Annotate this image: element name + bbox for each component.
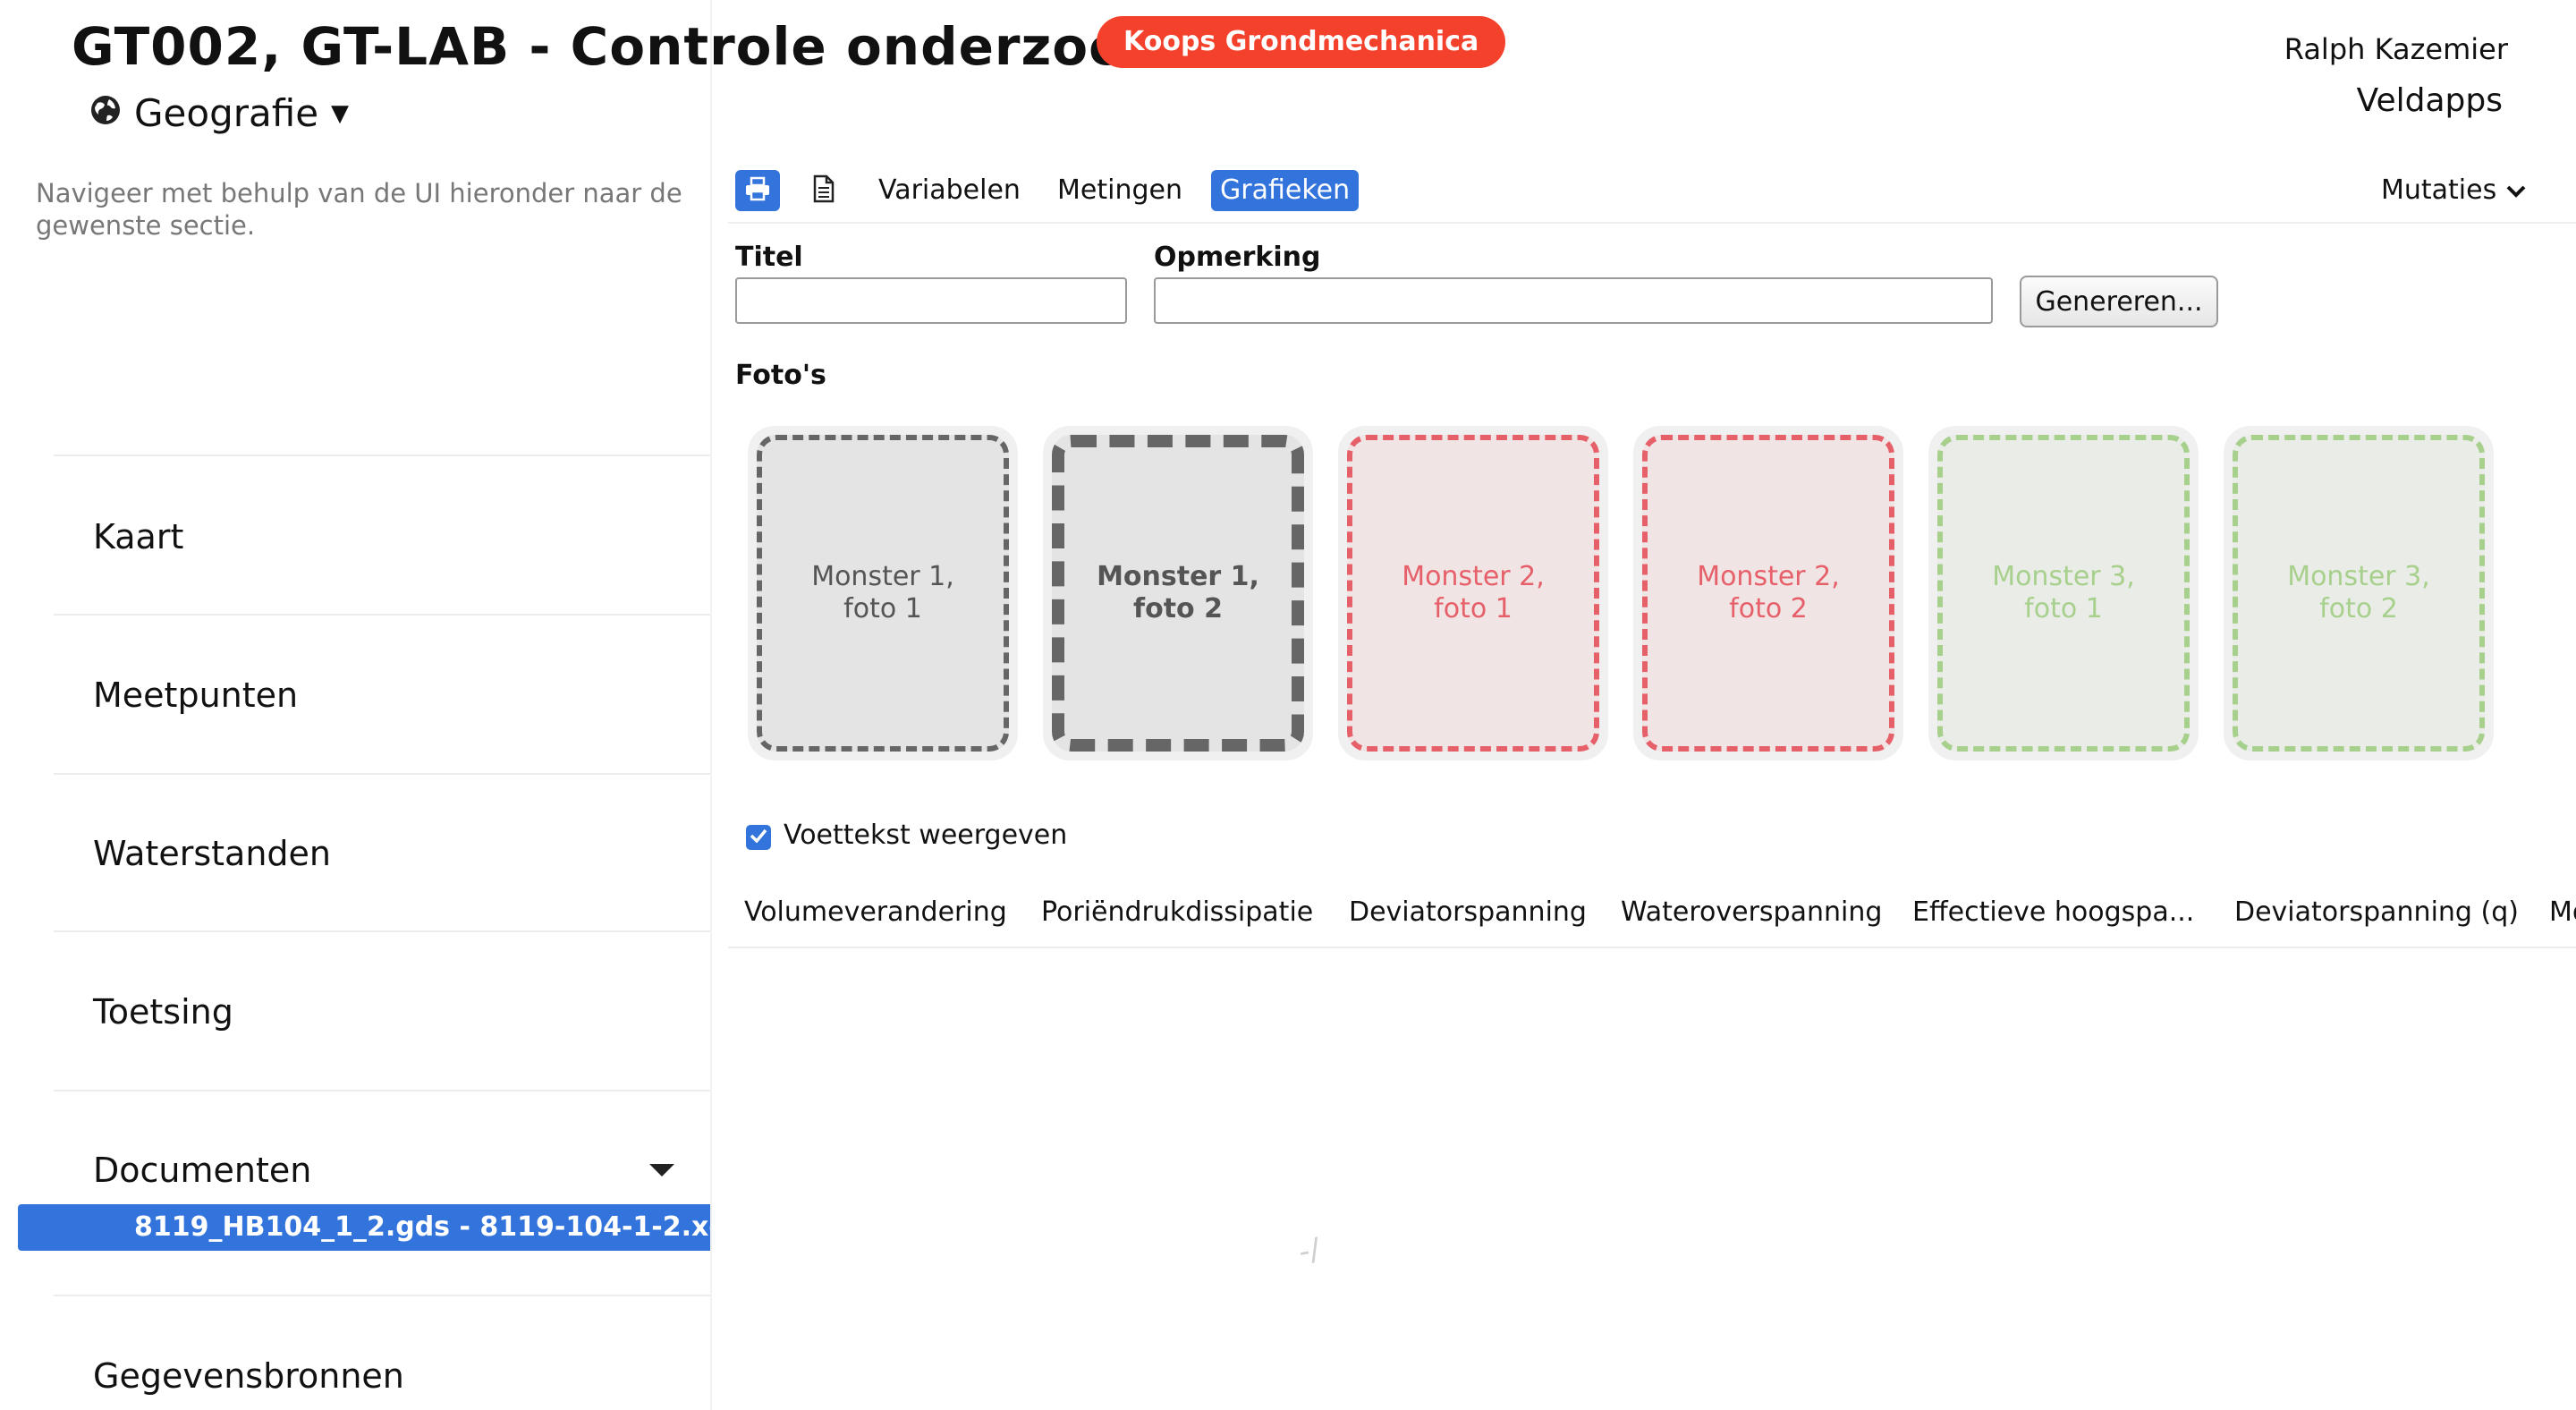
sidebar-border [710,0,712,1410]
mutaties-label: Mutaties [2381,174,2497,206]
photo-caption: Monster 2, [1402,561,1545,592]
sidebar-item-gegevensbronnen[interactable]: Gegevensbronnen [93,1356,404,1396]
geografie-dropdown[interactable]: Geografie ▼ [89,91,349,135]
generate-button[interactable]: Genereren... [2020,276,2218,327]
tab-grafieken[interactable]: Grafieken [1211,170,1360,211]
photo-slot[interactable]: Monster 1, foto 2 [1043,426,1313,760]
photo-slot[interactable]: Monster 3, foto 1 [1928,426,2199,760]
print-button[interactable] [735,170,780,211]
page-title: GT002, GT-LAB - Controle onderzoek [72,16,1161,77]
photo-placeholder: Monster 1, foto 1 [757,435,1009,752]
geografie-label: Geografie [134,91,319,135]
footer-checkbox-label[interactable]: Voettekst weergeven [784,820,1067,851]
caret-down-icon: ▼ [331,99,350,127]
document-file-item[interactable]: 8119_HB104_1_2.gds - 8119-104-1-2.xdt [18,1204,710,1251]
nav-divider [54,454,710,456]
photo-caption: foto 2 [2319,593,2398,624]
chart-tab-more[interactable]: Mo [2549,896,2576,928]
footer-checkbox[interactable] [746,825,771,850]
photo-slot[interactable]: Monster 1, foto 1 [748,426,1018,760]
sidebar-item-toetsing[interactable]: Toetsing [93,992,233,1032]
photo-caption: Monster 3, [1992,561,2135,592]
opmerking-input[interactable] [1154,277,1993,324]
document-icon [812,174,835,207]
tab-metingen[interactable]: Metingen [1048,170,1191,211]
sidebar-item-meetpunten[interactable]: Meetpunten [93,675,298,715]
photo-placeholder: Monster 2, foto 1 [1347,435,1599,752]
caret-down-icon[interactable] [649,1164,674,1176]
photo-placeholder: Monster 2, foto 2 [1642,435,1894,752]
nav-divider [54,930,710,932]
photo-caption: foto 2 [1133,593,1223,624]
globe-icon [89,91,122,135]
checkmark-icon [750,828,767,846]
photo-slot[interactable]: Monster 2, foto 1 [1338,426,1608,760]
titel-input[interactable] [735,277,1127,324]
print-icon [744,176,771,205]
sidebar-item-documenten[interactable]: Documenten [93,1151,311,1190]
toolbar-divider [728,222,2576,224]
photo-caption: foto 2 [1729,593,1808,624]
app-name[interactable]: Veldapps [2357,82,2503,119]
document-file-label: 8119_HB104_1_2.gds - 8119-104-1-2.xdt [134,1211,710,1243]
photos-label: Foto's [735,360,826,391]
chart-tab-deviatorspanning[interactable]: Deviatorspanning [1349,896,1587,928]
chart-tab-deviatorspanning-q[interactable]: Deviatorspanning (q) [2234,896,2519,928]
user-name[interactable]: Ralph Kazemier [2284,32,2508,66]
chart-tab-wateroverspanning[interactable]: Wateroverspanning [1621,896,1882,928]
sidebar-item-kaart[interactable]: Kaart [93,517,183,556]
tab-variabelen[interactable]: Variabelen [869,170,1030,211]
photo-placeholder: Monster 3, foto 1 [1937,435,2190,752]
sidebar-hint: Navigeer met behulp van de UI hieronder … [36,178,682,241]
document-button[interactable] [801,170,846,211]
photo-caption: Monster 2, [1697,561,1840,592]
photo-placeholder: Monster 1, foto 2 [1052,435,1304,752]
photo-placeholder: Monster 3, foto 2 [2233,435,2485,752]
mutaties-dropdown[interactable]: Mutaties [2381,170,2527,211]
chart-tabs: Volumeverandering Poriëndrukdissipatie D… [728,886,2576,948]
nav-divider [54,614,710,616]
chart-tab-volumeverandering[interactable]: Volumeverandering [744,896,1007,928]
photo-slot[interactable]: Monster 2, foto 2 [1633,426,1903,760]
chart-tab-effectieve-hoogspanning[interactable]: Effectieve hoogspa... [1912,896,2194,928]
stray-mark: -/ [1295,1231,1324,1270]
titel-label: Titel [735,242,803,273]
nav-divider [54,773,710,775]
photo-caption: foto 1 [1434,593,1513,624]
nav-divider [54,1090,710,1091]
chevron-down-icon [2505,170,2527,211]
photo-caption: Monster 3, [2287,561,2430,592]
photo-caption: foto 1 [843,593,922,624]
chart-tab-poriendrukdissipatie[interactable]: Poriëndrukdissipatie [1041,896,1313,928]
opmerking-label: Opmerking [1154,242,1321,273]
sidebar-item-waterstanden[interactable]: Waterstanden [93,834,331,873]
photo-slot[interactable]: Monster 3, foto 2 [2224,426,2494,760]
photo-caption: Monster 1, [1097,561,1259,592]
company-badge: Koops Grondmechanica [1097,16,1506,68]
photo-caption: Monster 1, [811,561,954,592]
nav-divider [54,1295,710,1296]
photo-caption: foto 1 [2024,593,2103,624]
